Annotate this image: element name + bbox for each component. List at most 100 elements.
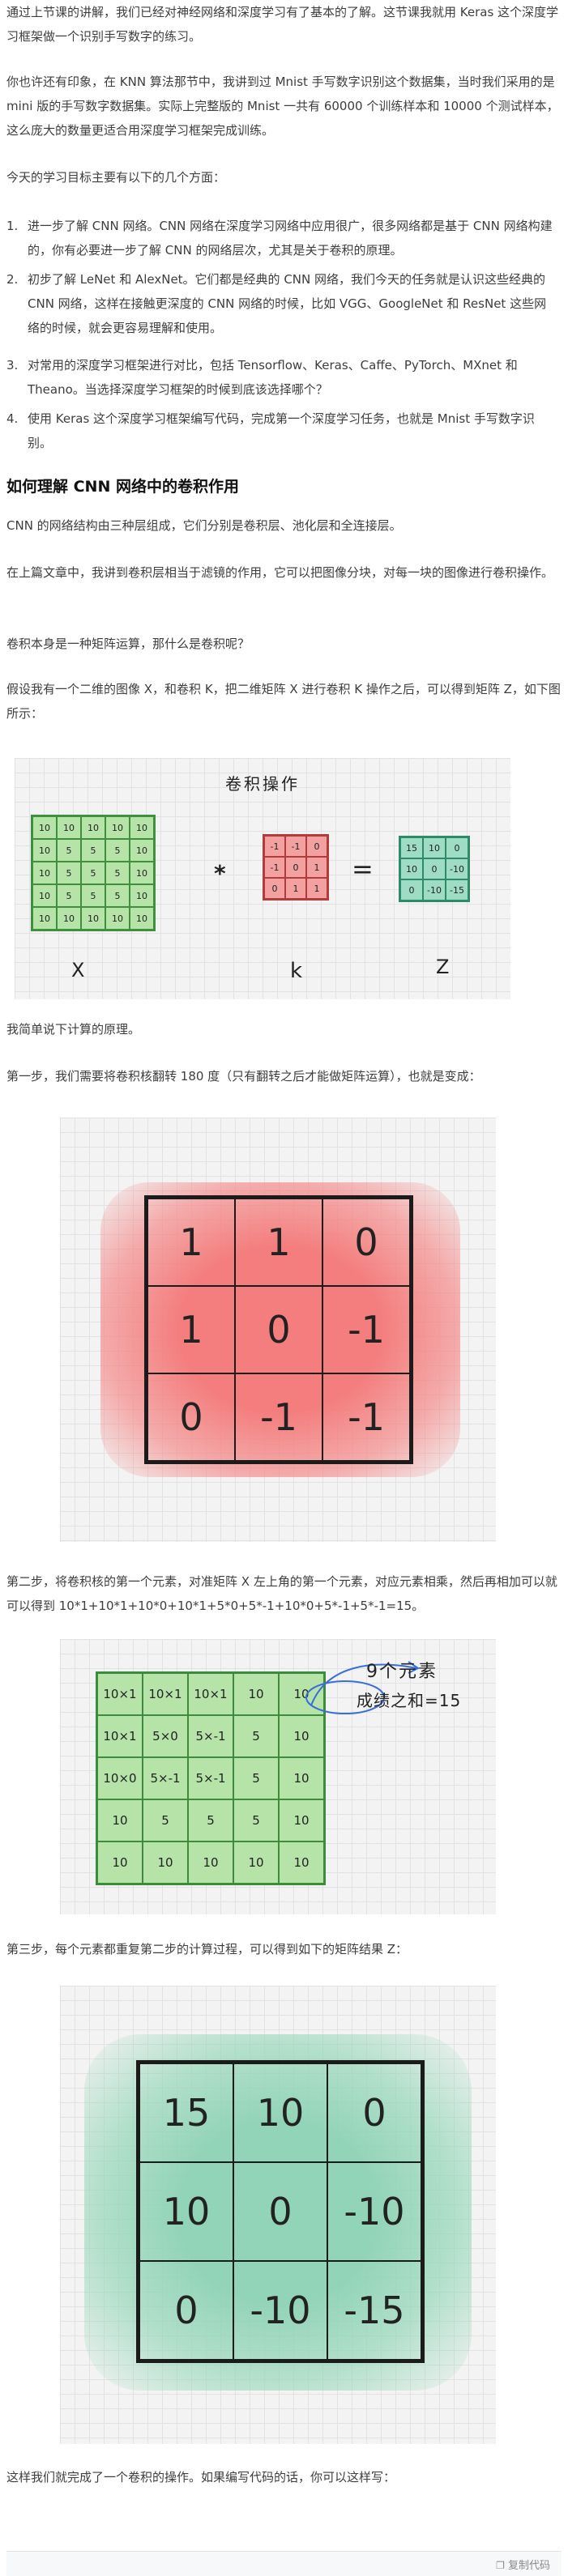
- matrix-cell: 5: [57, 839, 81, 862]
- body-paragraph-5: 在上篇文章中，我讲到卷积层相当于滤镜的作用，它可以把图像分块，对每一块的图像进行…: [6, 565, 554, 580]
- matrix-cell: -15: [446, 879, 468, 901]
- matrix-k: -1 -1 0 -1 0 1 0 1 1: [263, 834, 329, 901]
- matrix-cell: 10: [279, 1842, 324, 1884]
- matrix-cell: 10: [139, 2162, 233, 2261]
- matrix-cell: 10: [188, 1842, 233, 1884]
- matrix-cell: 10: [105, 816, 130, 839]
- body-paragraph-7: 假设我有一个二维的图像 X，和卷积 K，把二维矩阵 X 进行卷积 K 操作之后，…: [6, 682, 561, 721]
- matrix-cell: 0: [139, 2261, 233, 2360]
- body-paragraph-12: 这样我们就完成了一个卷积的操作。如果编写代码的话，你可以这样写：: [6, 2470, 396, 2484]
- matrix-cell: 10: [233, 1842, 279, 1884]
- matrix-cell: 0: [306, 836, 327, 857]
- body-paragraph-10: 第二步，将卷积核的第一个元素，对准矩阵 X 左上角的第一个元素，对应元素相乘，然…: [6, 1574, 557, 1613]
- matrix-cell: -1: [264, 836, 285, 857]
- goal-number: 4.: [6, 411, 19, 426]
- matrix-cell: 10: [32, 862, 57, 884]
- matrix-cell: -10: [233, 2261, 327, 2360]
- body-paragraph-6: 卷积本身是一种矩阵运算，那什么是卷积呢？: [6, 637, 250, 651]
- goal-number: 2.: [6, 272, 19, 287]
- matrix-grid: 1 1 0 1 0 -1 0 -1 -1: [144, 1195, 413, 1464]
- intro-paragraph-2: 你也许还有印象，在 KNN 算法那节中，我讲到过 Mnist 手写数字识别这个数…: [6, 75, 559, 138]
- matrix-cell: 10: [279, 1757, 324, 1799]
- body-paragraph-8: 我简单说下计算的原理。: [6, 1022, 141, 1037]
- matrix-cell: 1: [306, 878, 327, 899]
- matrix-cell: 5×-1: [143, 1757, 188, 1799]
- matrix-cell: -10: [423, 879, 446, 901]
- figure-title: 卷积操作: [225, 774, 300, 794]
- matrix-cell: 5×-1: [188, 1715, 233, 1757]
- matrix-cell: 10: [32, 884, 57, 907]
- matrix-cell: -1: [285, 836, 306, 857]
- matrix-cell: 10: [130, 884, 154, 907]
- matrix-cell: 5: [233, 1757, 279, 1799]
- matrix-z: 15 10 0 10 0 -10 0 -10 -15: [399, 836, 470, 902]
- matrix-grid: 10 10 10 10 10 10 5 5 5 10 10 5 5 5 10 10 5 5 5 10 10 10 10 10 1…: [31, 815, 156, 931]
- body-paragraph-11: 第三步，每个元素都重复第二步的计算过程，可以得到如下的矩阵结果 Z：: [6, 1942, 408, 1956]
- matrix-cell: 0: [264, 878, 285, 899]
- matrix-cell: 0: [327, 2063, 421, 2162]
- matrix-cell: 5: [57, 884, 81, 907]
- goal-text: 对常用的深度学习框架进行对比，包括 Tensorflow、Keras、Caffe…: [28, 358, 518, 397]
- code-block-header: ❐ 复制代码: [6, 2551, 562, 2576]
- matrix-cell: 0: [322, 1199, 410, 1286]
- section-heading: 如何理解 CNN 网络中的卷积作用: [6, 478, 239, 496]
- matrix-cell: 5: [105, 862, 130, 884]
- annotation-line-1: 9个元素: [366, 1662, 438, 1682]
- intro-paragraph-1: 通过上节课的讲解，我们已经对神经网络和深度学习有了基本的了解。这节课我就用 Ke…: [6, 5, 559, 44]
- matrix-cell: 10: [400, 858, 423, 879]
- matrix-cell: 10: [97, 1842, 143, 1884]
- matrix-x: 10 10 10 10 10 10 5 5 5 10 10 5 5 5 10 10 5 5 5 10 10 10 10 10 1…: [31, 815, 156, 931]
- matrix-cell: 1: [147, 1286, 235, 1373]
- matrix-cell: 10×0: [97, 1757, 143, 1799]
- goal-number: 1.: [6, 219, 19, 233]
- matrix-cell: 10: [81, 816, 105, 839]
- matrix-cell: 0: [235, 1286, 322, 1373]
- result-z-matrix: 15 10 0 10 0 -10 0 -10 -15: [136, 2060, 425, 2363]
- matrix-cell: 10: [143, 1842, 188, 1884]
- matrix-cell: 10: [105, 907, 130, 930]
- matrix-cell: 10×1: [97, 1673, 143, 1715]
- matrix-cell: 10: [32, 816, 57, 839]
- matrix-cell: 5: [105, 884, 130, 907]
- matrix-cell: 5: [143, 1799, 188, 1842]
- body-paragraph-9: 第一步，我们需要将卷积核翻转 180 度（只有翻转之后才能做矩阵运算），也就是变…: [6, 1069, 481, 1084]
- intro-paragraph-3: 今天的学习目标主要有以下的几个方面：: [6, 170, 226, 185]
- matrix-cell: 5: [188, 1799, 233, 1842]
- matrix-cell: -10: [446, 858, 468, 879]
- matrix-cell: 10: [130, 816, 154, 839]
- matrix-cell: 5×-1: [188, 1757, 233, 1799]
- convolution-star: *: [214, 860, 226, 887]
- matrix-cell: 10: [32, 839, 57, 862]
- body-paragraph-4: CNN 的网络结构由三种层组成，它们分别是卷积层、池化层和全连接层。: [6, 518, 402, 533]
- convolution-operation-figure: 卷积操作 10 10 10 10 10 10 5 5 5 10 10 5 5 5 10 10 5 5 5 10 10 10…: [15, 758, 510, 999]
- matrix-cell: 0: [446, 837, 468, 858]
- matrix-cell: -15: [327, 2261, 421, 2360]
- equals-sign: =: [352, 854, 374, 884]
- matrix-cell: -1: [264, 857, 285, 878]
- matrix-grid: -1 -1 0 -1 0 1 0 1 1: [263, 834, 329, 901]
- matrix-cell: 5: [233, 1799, 279, 1842]
- matrix-cell: 10×1: [143, 1673, 188, 1715]
- flipped-kernel-figure: 1 1 0 1 0 -1 0 -1 -1: [60, 1118, 496, 1542]
- matrix-cell: 0: [285, 857, 306, 878]
- label-z: Z: [436, 956, 450, 978]
- label-k: k: [290, 959, 303, 983]
- matrix-cell: 1: [235, 1199, 322, 1286]
- goal-text: 使用 Keras 这个深度学习框架编写代码，完成第一个深度学习任务，也就是 Mn…: [28, 411, 535, 450]
- matrix-cell: 10: [57, 907, 81, 930]
- matrix-cell: 10×1: [188, 1673, 233, 1715]
- goal-text: 初步了解 LeNet 和 AlexNet。它们都是经典的 CNN 网络，我们今天…: [28, 272, 547, 335]
- matrix-cell: -1: [322, 1373, 410, 1461]
- matrix-cell: 10: [279, 1715, 324, 1757]
- result-matrix-figure: 15 10 0 10 0 -10 0 -10 -15: [60, 1986, 496, 2444]
- matrix-cell: 10: [130, 862, 154, 884]
- matrix-cell: 0: [147, 1373, 235, 1461]
- copy-code-button[interactable]: ❐ 复制代码: [496, 2557, 550, 2572]
- matrix-cell: 5: [105, 839, 130, 862]
- goal-text: 进一步了解 CNN 网络。CNN 网络在深度学习网络中应用很广，很多网络都是基于…: [28, 219, 553, 258]
- matrix-cell: 10: [423, 837, 446, 858]
- matrix-cell: 10: [233, 1673, 279, 1715]
- matrix-cell: 0: [400, 879, 423, 901]
- matrix-cell: 0: [423, 858, 446, 879]
- matrix-grid: 15 10 0 10 0 -10 0 -10 -15: [399, 836, 470, 902]
